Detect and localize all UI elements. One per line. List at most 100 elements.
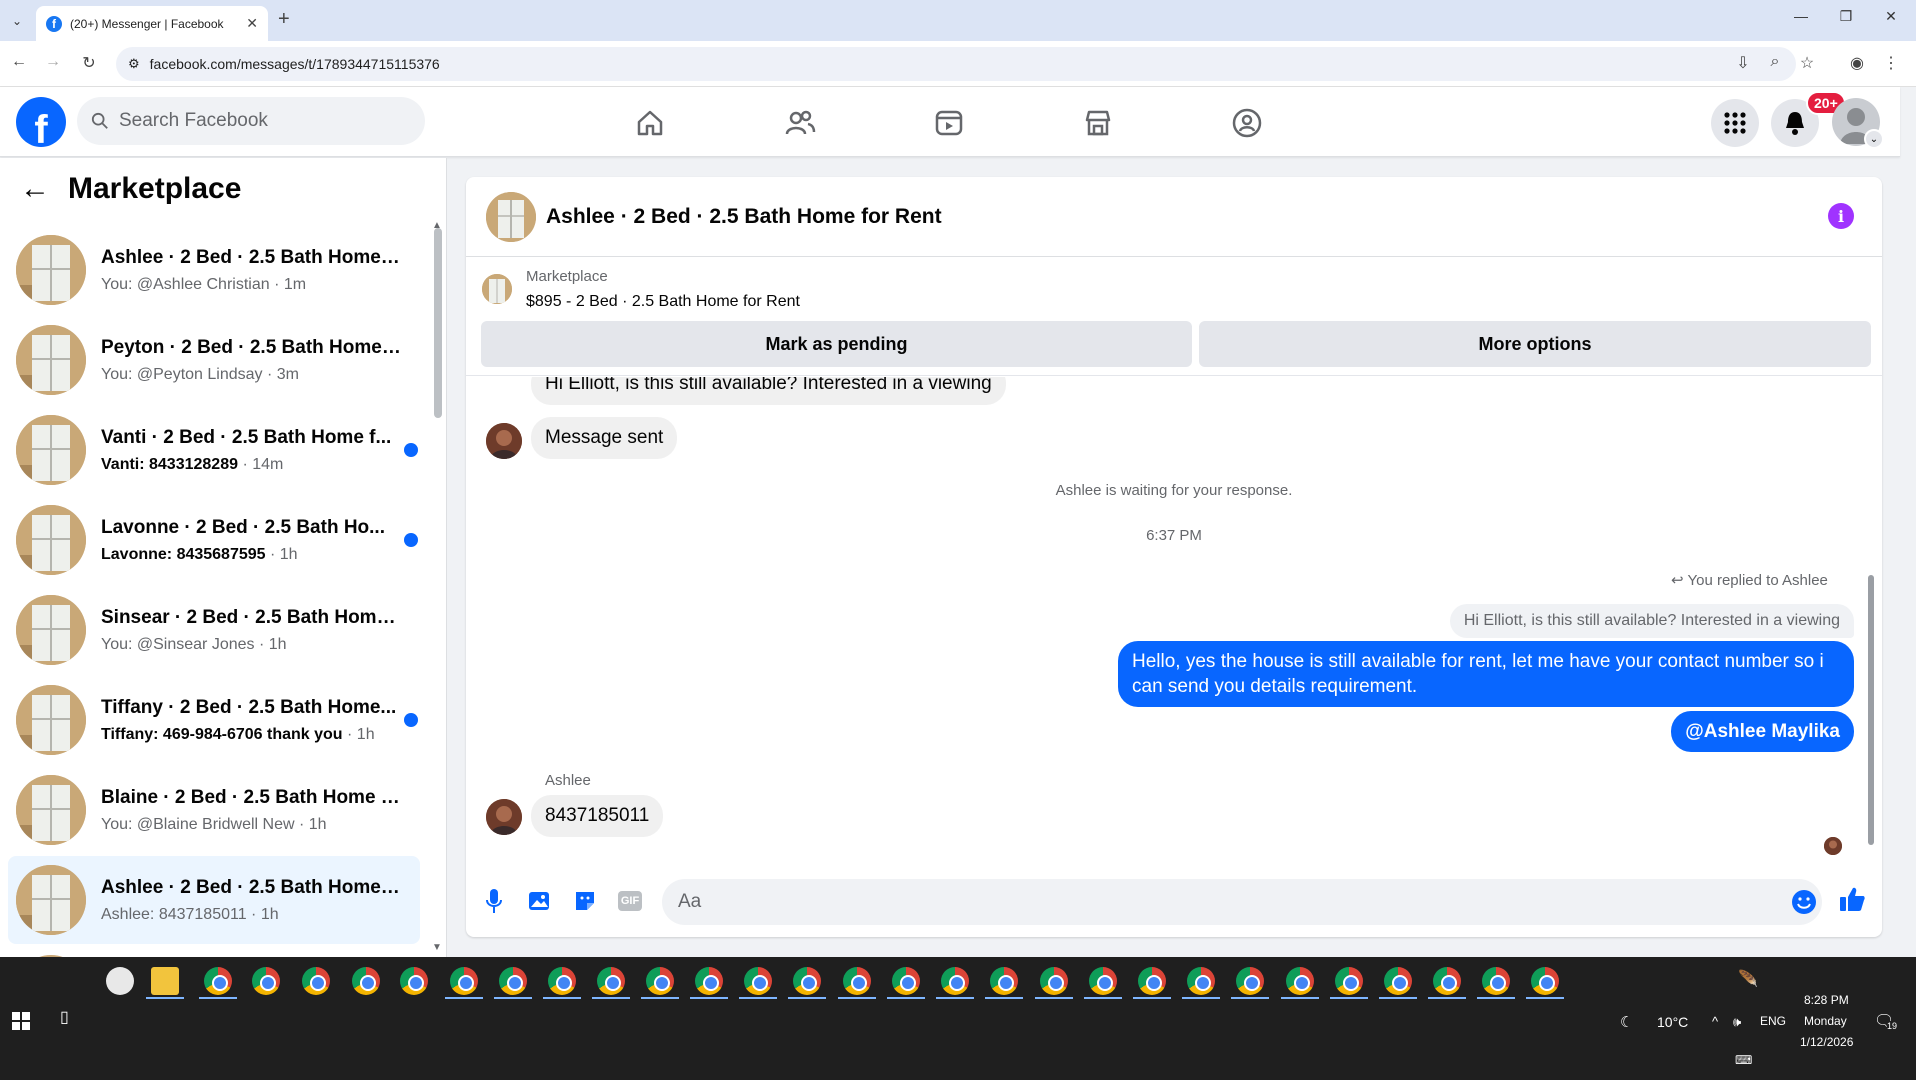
- minimize-button[interactable]: —: [1786, 8, 1816, 24]
- conversation-item[interactable]: Peyton · 2 Bed · 2.5 Bath Home f... You: …: [8, 316, 420, 404]
- clock-time[interactable]: 8:28 PM: [1804, 993, 1849, 1007]
- site-info-icon[interactable]: ⚙: [128, 56, 140, 72]
- video-icon[interactable]: [931, 105, 967, 141]
- chrome-icon[interactable]: [1433, 967, 1461, 995]
- chrome-icon[interactable]: [450, 967, 478, 995]
- marketplace-icon[interactable]: [1080, 105, 1116, 141]
- chrome-icon[interactable]: [597, 967, 625, 995]
- thumbs-up-icon[interactable]: [1838, 885, 1866, 913]
- message-bubble[interactable]: Message sent: [531, 417, 678, 459]
- home-icon[interactable]: [632, 105, 668, 141]
- chrome-icon[interactable]: [1384, 967, 1412, 995]
- chrome-icon[interactable]: [499, 967, 527, 995]
- forward-button[interactable]: →: [42, 53, 64, 71]
- close-window-button[interactable]: ✕: [1876, 8, 1906, 25]
- chrome-icon[interactable]: [941, 967, 969, 995]
- chrome-icon[interactable]: [1089, 967, 1117, 995]
- task-view-icon[interactable]: ▯: [60, 1007, 69, 1027]
- mark-as-pending-button[interactable]: Mark as pending: [481, 321, 1192, 367]
- facebook-logo-icon[interactable]: f: [16, 97, 66, 147]
- chrome-icon[interactable]: [1335, 967, 1363, 995]
- tray-chevron-icon[interactable]: ^: [1712, 1014, 1718, 1029]
- chrome-icon[interactable]: [990, 967, 1018, 995]
- chrome-icon[interactable]: [400, 967, 428, 995]
- browser-tab[interactable]: f (20+) Messenger | Facebook ✕: [36, 6, 268, 41]
- chat-title[interactable]: Ashlee · 2 Bed · 2.5 Bath Home for Rent: [546, 205, 942, 229]
- marketplace-listing-bar: Marketplace $895 - 2 Bed · 2.5 Bath Home…: [466, 258, 1882, 376]
- new-tab-button[interactable]: +: [278, 8, 290, 31]
- chrome-icon[interactable]: [1482, 967, 1510, 995]
- listing-title[interactable]: $895 - 2 Bed · 2.5 Bath Home for Rent: [526, 293, 800, 311]
- incoming-message[interactable]: 8437185011: [531, 795, 664, 837]
- chrome-icon[interactable]: [1236, 967, 1264, 995]
- install-app-icon[interactable]: ⇩: [1732, 53, 1754, 73]
- sticker-icon[interactable]: [571, 887, 599, 915]
- reload-button[interactable]: ↻: [78, 53, 100, 73]
- feather-icon[interactable]: 🪶: [1738, 969, 1758, 989]
- message-bubble[interactable]: Hi Elliott, is this still available? Int…: [531, 377, 1006, 405]
- scroll-down-icon[interactable]: ▼: [432, 942, 442, 953]
- chrome-icon[interactable]: [744, 967, 772, 995]
- sidebar-scrollbar[interactable]: [434, 228, 442, 418]
- chevron-down-icon[interactable]: ⌄: [1864, 129, 1884, 149]
- chrome-icon[interactable]: [1286, 967, 1314, 995]
- back-arrow-icon[interactable]: ←: [20, 172, 50, 206]
- chrome-icon[interactable]: [843, 967, 871, 995]
- conversation-item[interactable]: Sinsear · 2 Bed · 2.5 Bath Home f... You:…: [8, 586, 420, 674]
- chrome-icon[interactable]: [793, 967, 821, 995]
- menu-grid-button[interactable]: [1711, 99, 1759, 147]
- app-icon[interactable]: [106, 967, 134, 995]
- chrome-icon[interactable]: [548, 967, 576, 995]
- zoom-icon[interactable]: ⌕: [1764, 53, 1786, 71]
- weather-temp[interactable]: 10°C: [1657, 1014, 1688, 1030]
- tab-search-button[interactable]: ⌄: [6, 10, 28, 32]
- conversation-item[interactable]: Ashlee · 2 Bed · 2.5 Bath Home f... Ashle…: [8, 856, 420, 944]
- chrome-icon[interactable]: [1040, 967, 1068, 995]
- language-indicator[interactable]: ENG: [1760, 1014, 1786, 1028]
- chrome-icon[interactable]: [204, 967, 232, 995]
- microphone-icon[interactable]: [480, 887, 508, 915]
- windows-start-icon[interactable]: [12, 1012, 30, 1030]
- outgoing-message[interactable]: Hello, yes the house is still available …: [1118, 641, 1854, 707]
- chrome-icon[interactable]: [695, 967, 723, 995]
- ashlee-avatar[interactable]: [486, 799, 522, 835]
- mention-message[interactable]: @Ashlee Maylika: [1671, 711, 1854, 752]
- ashlee-avatar[interactable]: [486, 423, 522, 459]
- bookmark-star-icon[interactable]: ☆: [1796, 53, 1818, 73]
- emoji-icon[interactable]: [1790, 888, 1818, 916]
- back-button[interactable]: ←: [8, 53, 30, 71]
- photo-icon[interactable]: [526, 887, 554, 915]
- url-input[interactable]: ⚙ facebook.com/messages/t/17893447151153…: [116, 47, 1796, 81]
- conversation-item[interactable]: Ashlee · 2 Bed · 2.5 Bath Home f... You: …: [8, 226, 420, 314]
- conversation-item[interactable]: Vanti · 2 Bed · 2.5 Bath Home f... Vanti:…: [8, 406, 420, 494]
- chrome-icon[interactable]: [646, 967, 674, 995]
- more-options-button[interactable]: More options: [1199, 321, 1871, 367]
- speaker-icon[interactable]: 🕪: [1733, 1014, 1741, 1030]
- chrome-icon[interactable]: [1531, 967, 1559, 995]
- tab-close-icon[interactable]: ✕: [246, 15, 258, 32]
- chrome-icon[interactable]: [302, 967, 330, 995]
- conversation-item[interactable]: Lavonne · 2 Bed · 2.5 Bath Ho... Lavonne:…: [8, 496, 420, 584]
- search-facebook-input[interactable]: Search Facebook: [77, 97, 425, 145]
- chrome-icon[interactable]: [352, 967, 380, 995]
- conversation-item[interactable]: Blaine · 2 Bed · 2.5 Bath Home fo... You:…: [8, 766, 420, 854]
- restore-button[interactable]: ❐: [1831, 8, 1861, 25]
- keyboard-icon[interactable]: ⌨: [1735, 1053, 1752, 1067]
- chat-scrollbar[interactable]: [1868, 575, 1874, 845]
- friends-icon[interactable]: [782, 105, 818, 141]
- chrome-icon[interactable]: [892, 967, 920, 995]
- profile-icon[interactable]: ◉: [1846, 53, 1868, 73]
- conversation-item[interactable]: [8, 946, 420, 957]
- listing-thumbnail[interactable]: [486, 192, 536, 242]
- chrome-icon[interactable]: [252, 967, 280, 995]
- conversation-item[interactable]: Tiffany · 2 Bed · 2.5 Bath Home... Tiffan…: [8, 676, 420, 764]
- file-explorer-icon[interactable]: [151, 967, 179, 995]
- browser-menu-icon[interactable]: ⋮: [1880, 53, 1902, 73]
- gif-icon[interactable]: GIF: [616, 887, 644, 915]
- chrome-icon[interactable]: [1138, 967, 1166, 995]
- info-icon[interactable]: i: [1828, 203, 1854, 229]
- groups-icon[interactable]: [1229, 105, 1265, 141]
- quoted-message[interactable]: Hi Elliott, is this still available? Int…: [1449, 604, 1854, 638]
- message-input[interactable]: Aa: [662, 879, 1822, 925]
- chrome-icon[interactable]: [1187, 967, 1215, 995]
